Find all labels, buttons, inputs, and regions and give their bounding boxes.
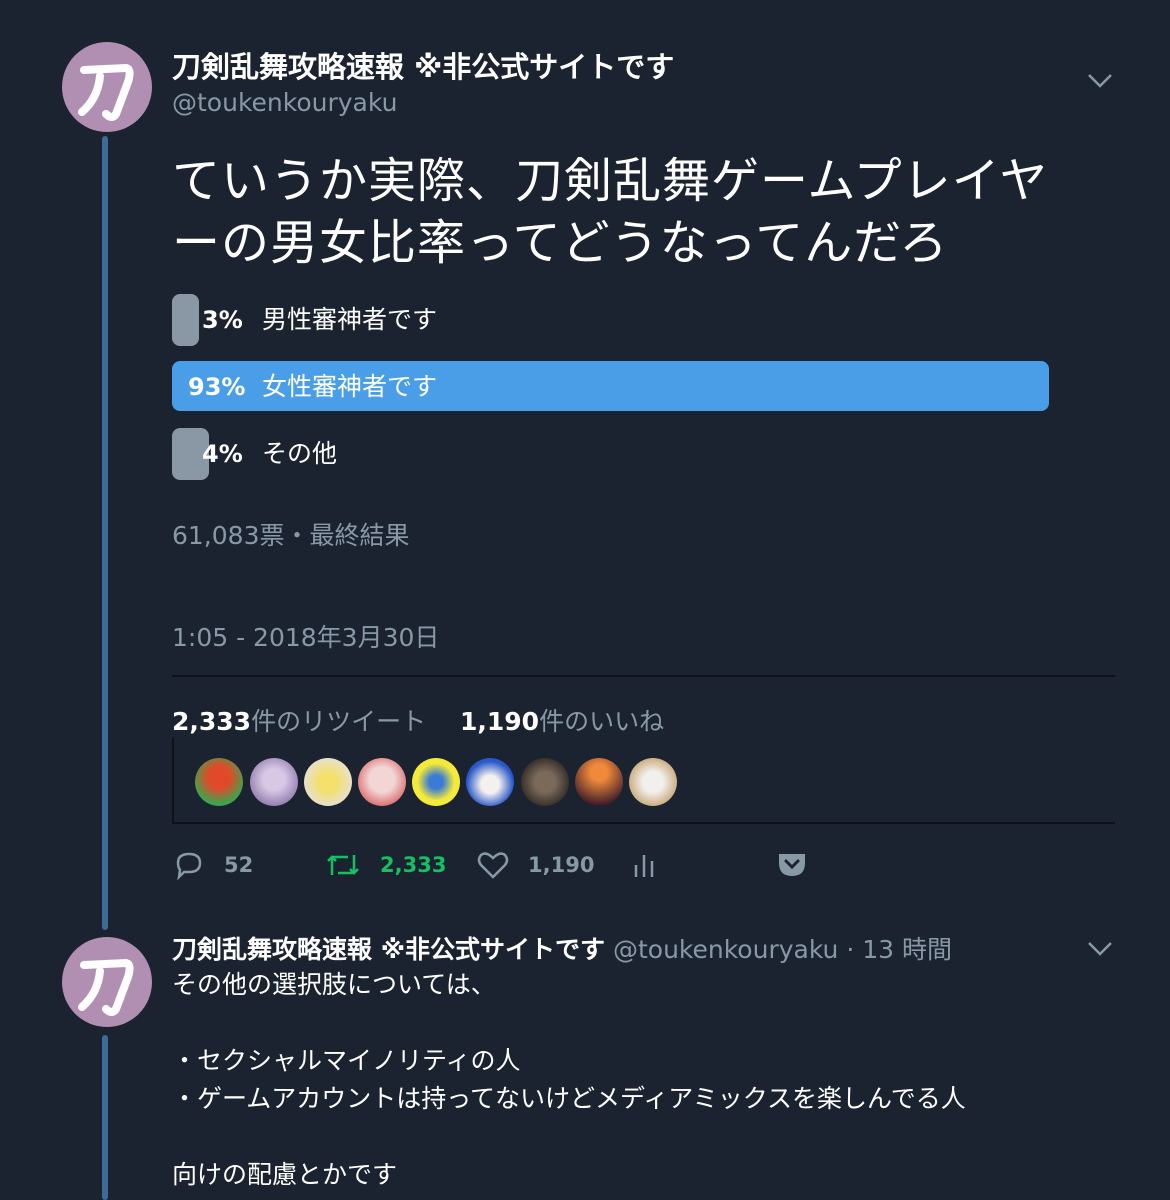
chevron-down-icon[interactable]: [1086, 70, 1114, 94]
reply-author-name[interactable]: 刀剣乱舞攻略速報 ※非公式サイトです: [172, 935, 605, 964]
pocket-icon: [779, 854, 805, 876]
liker-avatar[interactable]: [466, 758, 514, 806]
liker-avatar[interactable]: [521, 758, 569, 806]
poll-percent: 93%: [188, 373, 246, 401]
reply-header: 刀剣乱舞攻略速報 ※非公式サイトです @toukenkouryaku · 13 …: [172, 930, 952, 966]
analytics-button[interactable]: [632, 843, 674, 887]
reply-button[interactable]: 52: [172, 843, 253, 887]
retweets-stat-count: 2,333: [172, 707, 252, 736]
thread-line-top: [102, 136, 108, 930]
tweet-text: ていうか実際、刀剣乱舞ゲームプレイヤ ーの男女比率ってどうなってんだろ: [172, 150, 1112, 274]
tweet-stats: 2,333件のリツイート 1,190件のいいね: [172, 702, 664, 738]
liker-avatar[interactable]: [250, 758, 298, 806]
author-name[interactable]: 刀剣乱舞攻略速報 ※非公式サイトです: [172, 44, 674, 86]
retweet-button[interactable]: 2,333: [324, 843, 446, 887]
heart-icon: [477, 852, 509, 879]
poll-percent: 4%: [202, 440, 243, 468]
reply-text-line: 向けの配慮とかです: [172, 1160, 398, 1189]
reply-author-avatar[interactable]: [62, 937, 152, 1027]
poll-summary: 61,083票・最終結果: [172, 521, 410, 550]
poll-label: 女性審神者です: [262, 372, 438, 401]
likes-stat-label: 件のいいね: [539, 707, 665, 736]
poll-option: 4% その他: [172, 428, 1049, 480]
like-count: 1,190: [528, 853, 595, 877]
poll-option: 93% 女性審神者です: [172, 361, 1049, 413]
reply-icon: [176, 852, 202, 881]
liker-avatar[interactable]: [304, 758, 352, 806]
author-avatar[interactable]: [62, 42, 152, 132]
reply-text-line: ・セクシャルマイノリティの人: [172, 1046, 521, 1075]
liker-avatar[interactable]: [575, 758, 623, 806]
retweets-stat[interactable]: 2,333件のリツイート: [172, 707, 434, 736]
likes-stat[interactable]: 1,190件のいいね: [460, 707, 664, 736]
poll-label: 男性審神者です: [262, 305, 438, 334]
retweet-count: 2,333: [380, 853, 447, 877]
liker-avatar[interactable]: [412, 758, 460, 806]
liker-avatar[interactable]: [358, 758, 406, 806]
tweet-text-line: ーの男女比率ってどうなってんだろ: [172, 215, 949, 271]
reply-count: 52: [224, 853, 254, 877]
retweets-stat-label: 件のリツイート: [251, 707, 427, 736]
liker-avatar[interactable]: [629, 758, 677, 806]
poll-percent: 3%: [202, 306, 243, 334]
retweet-icon: [327, 855, 359, 875]
reply-text: その他の選択肢については、 ・セクシャルマイノリティの人 ・ゲームアカウントは持…: [172, 966, 966, 1194]
reply-author-handle[interactable]: @toukenkouryaku: [613, 935, 838, 964]
reply-time[interactable]: · 13 時間: [846, 935, 952, 964]
reply-text-line: その他の選択肢については、: [172, 970, 496, 999]
thread-line-bottom: [102, 1035, 108, 1200]
tweet-text-line: ていうか実際、刀剣乱舞ゲームプレイヤ: [172, 153, 1049, 209]
pocket-button[interactable]: [776, 843, 826, 887]
tweet-timestamp[interactable]: 1:05 - 2018年3月30日: [172, 618, 439, 654]
liker-avatar[interactable]: [195, 758, 243, 806]
chevron-down-icon[interactable]: [1086, 938, 1114, 962]
poll-label: その他: [262, 439, 338, 468]
author-handle[interactable]: @toukenkouryaku: [172, 88, 397, 117]
avatar-logo-icon: [78, 958, 134, 1016]
reply-text-line: ・ゲームアカウントは持ってないけどメディアミックスを楽しんでる人: [172, 1084, 966, 1113]
like-button[interactable]: 1,190: [476, 843, 594, 887]
poll-bar: [172, 294, 199, 346]
avatar-logo-icon: [78, 63, 134, 121]
divider: [172, 675, 1115, 677]
likes-stat-count: 1,190: [460, 707, 540, 736]
analytics-icon: [634, 855, 654, 877]
poll-option: 3% 男性審神者です: [172, 294, 1049, 346]
